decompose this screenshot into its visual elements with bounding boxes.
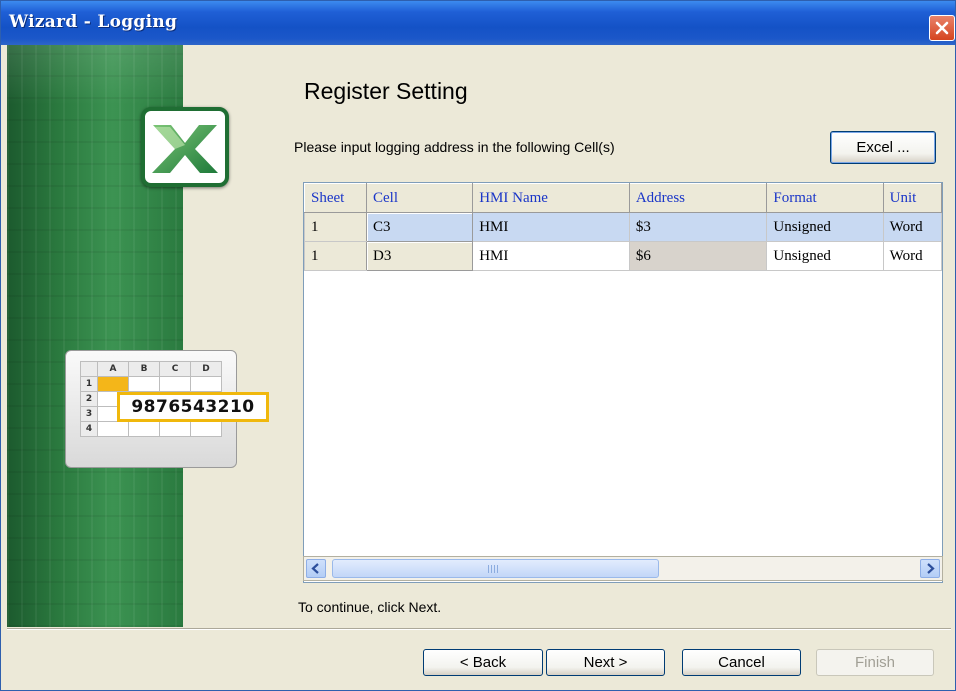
cell-unit[interactable]: Word	[882, 212, 942, 242]
column-header-address[interactable]: Address	[628, 183, 768, 213]
mini-cell	[97, 421, 129, 437]
cancel-button[interactable]: Cancel	[682, 649, 801, 676]
excel-x-glyph	[152, 125, 218, 173]
column-header-cell[interactable]: Cell	[366, 183, 474, 213]
mini-col-header: D	[190, 361, 222, 377]
mini-cell	[128, 421, 160, 437]
mini-col-header: B	[128, 361, 160, 377]
banner-highlight	[7, 45, 183, 105]
scroll-grip	[488, 565, 500, 573]
mini-col-header: A	[97, 361, 129, 377]
excel-button[interactable]: Excel ...	[830, 131, 936, 164]
back-button[interactable]: < Back	[423, 649, 543, 676]
continue-hint: To continue, click Next.	[298, 599, 442, 615]
page-title: Register Setting	[304, 78, 468, 104]
close-button[interactable]	[929, 15, 955, 41]
cell-hmi-name[interactable]: HMI	[472, 212, 630, 242]
window-title: Wizard - Logging	[9, 12, 178, 32]
scroll-thumb[interactable]	[332, 559, 659, 578]
mini-row-header: 4	[80, 421, 98, 437]
register-grid[interactable]: Sheet Cell HMI Name Address Format Unit …	[303, 182, 943, 583]
title-bar[interactable]: Wizard - Logging	[1, 1, 955, 45]
footer-divider	[7, 628, 951, 630]
register-table: Sheet Cell HMI Name Address Format Unit …	[304, 183, 942, 271]
horizontal-scrollbar[interactable]	[303, 556, 943, 581]
cell-format[interactable]: Unsigned	[766, 241, 884, 271]
cell-format[interactable]: Unsigned	[766, 212, 884, 242]
table-row[interactable]: 1 D3 HMI $6 Unsigned Word	[304, 241, 942, 271]
mini-cell	[159, 376, 191, 392]
mini-cell	[190, 421, 222, 437]
cell-sheet[interactable]: 1	[304, 212, 368, 242]
mini-row-header: 1	[80, 376, 98, 392]
column-header-sheet[interactable]: Sheet	[304, 183, 368, 213]
cell-hmi-name[interactable]: HMI	[472, 241, 630, 271]
mini-cell	[159, 421, 191, 437]
next-button[interactable]: Next >	[546, 649, 665, 676]
column-header-unit[interactable]: Unit	[882, 183, 942, 213]
scroll-right-icon	[927, 563, 935, 574]
mini-col-header: C	[159, 361, 191, 377]
mini-corner	[80, 361, 98, 377]
wizard-window: Wizard - Logging A B C D 1 2 3 4 9876543…	[0, 0, 956, 691]
column-header-format[interactable]: Format	[766, 183, 884, 213]
close-icon	[935, 21, 949, 35]
mini-cell	[128, 376, 160, 392]
cell-cell[interactable]: C3	[366, 212, 474, 242]
column-header-hmi-name[interactable]: HMI Name	[472, 183, 630, 213]
mini-selected-cell	[97, 376, 129, 392]
cell-unit[interactable]: Word	[882, 241, 942, 271]
mini-row-header: 2	[80, 391, 98, 407]
cell-cell[interactable]: D3	[366, 241, 474, 271]
finish-button: Finish	[816, 649, 934, 676]
scroll-right-button[interactable]	[920, 559, 940, 578]
excel-logo-icon	[141, 107, 229, 187]
cell-address[interactable]: $3	[628, 212, 768, 242]
sample-value-callout: 9876543210	[117, 392, 269, 422]
cell-address[interactable]: $6	[628, 241, 768, 271]
scroll-left-button[interactable]	[306, 559, 326, 578]
mini-cell	[190, 376, 222, 392]
table-row[interactable]: 1 C3 HMI $3 Unsigned Word	[304, 212, 942, 242]
instruction-text: Please input logging address in the foll…	[294, 139, 615, 155]
scroll-left-icon	[311, 563, 319, 574]
table-header-row: Sheet Cell HMI Name Address Format Unit	[304, 183, 942, 213]
mini-row-header: 3	[80, 406, 98, 422]
cell-sheet[interactable]: 1	[304, 241, 368, 271]
